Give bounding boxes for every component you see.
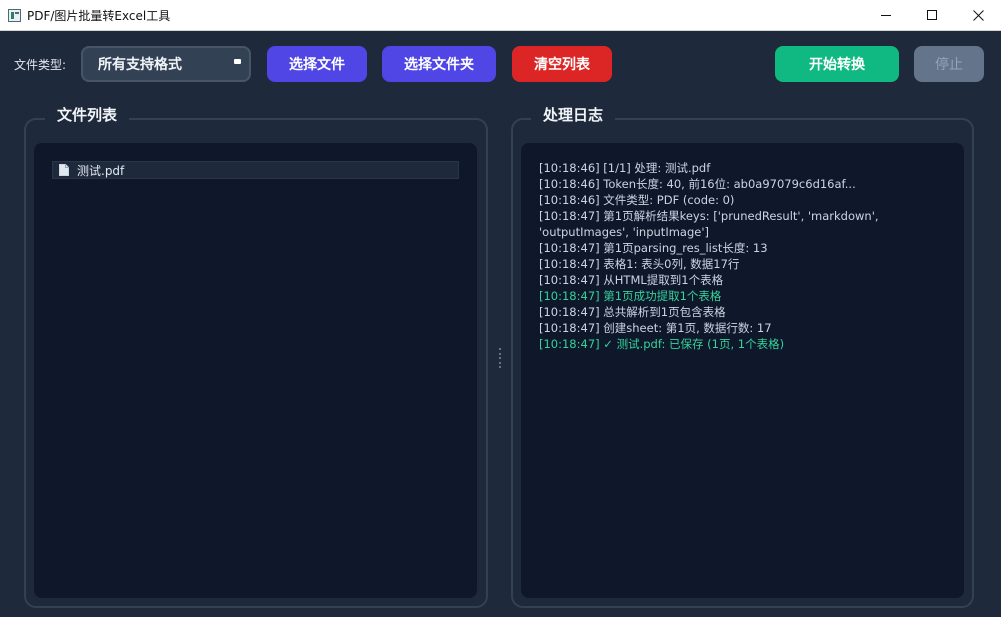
clear-list-button[interactable]: 清空列表 xyxy=(512,46,612,82)
window-controls xyxy=(863,0,1001,30)
close-button[interactable] xyxy=(955,0,1001,30)
select-files-button[interactable]: 选择文件 xyxy=(267,46,367,82)
log-line: [10:18:47] 第1页解析结果keys: ['prunedResult',… xyxy=(539,209,879,239)
file-list[interactable] xyxy=(34,143,477,598)
log-line: [10:18:47] 从HTML提取到1个表格 xyxy=(539,273,724,287)
log-line: [10:18:47] 第1页parsing_res_list长度: 13 xyxy=(539,241,768,255)
close-icon xyxy=(972,9,984,21)
maximize-button[interactable] xyxy=(909,0,955,30)
minimize-button[interactable] xyxy=(863,0,909,30)
log-line-success: [10:18:47] 第1页成功提取1个表格 xyxy=(539,289,722,303)
log-line-success: [10:18:47] ✓ 测试.pdf: 已保存 (1页, 1个表格) xyxy=(539,337,785,351)
splitter-handle[interactable] xyxy=(498,348,501,368)
window-title: PDF/图片批量转Excel工具 xyxy=(27,8,171,23)
log-line: [10:18:46] [1/1] 处理: 测试.pdf xyxy=(539,161,711,175)
file-type-selected-value: 所有支持格式 xyxy=(98,57,182,73)
file-type-select[interactable]: 所有支持格式 xyxy=(81,46,251,82)
log-line: [10:18:46] 文件类型: PDF (code: 0) xyxy=(539,193,735,207)
file-list-title: 文件列表 xyxy=(45,104,130,126)
title-bar: PDF/图片批量转Excel工具 xyxy=(0,0,1001,31)
document-icon xyxy=(59,164,69,176)
log-line: [10:18:47] 创建sheet: 第1页, 数据行数: 17 xyxy=(539,321,772,335)
log-text: [10:18:46] [1/1] 处理: 测试.pdf [10:18:46] T… xyxy=(539,160,949,352)
log-line: [10:18:47] 表格1: 表头0列, 数据17行 xyxy=(539,257,740,271)
file-type-label: 文件类型: xyxy=(14,58,67,72)
log-line: [10:18:47] 总共解析到1页包含表格 xyxy=(539,305,726,319)
dropdown-indicator-icon xyxy=(234,59,241,64)
stop-button[interactable]: 停止 xyxy=(914,46,984,82)
app-icon xyxy=(8,8,21,22)
list-item[interactable]: 测试.pdf xyxy=(52,161,459,179)
maximize-icon xyxy=(926,9,937,20)
file-name: 测试.pdf xyxy=(77,163,125,178)
select-folder-button[interactable]: 选择文件夹 xyxy=(382,46,496,82)
minimize-icon xyxy=(880,14,891,16)
start-convert-button[interactable]: 开始转换 xyxy=(775,46,899,82)
log-title: 处理日志 xyxy=(531,104,616,126)
log-line: [10:18:46] Token长度: 40, 前16位: ab0a97079c… xyxy=(539,177,856,191)
